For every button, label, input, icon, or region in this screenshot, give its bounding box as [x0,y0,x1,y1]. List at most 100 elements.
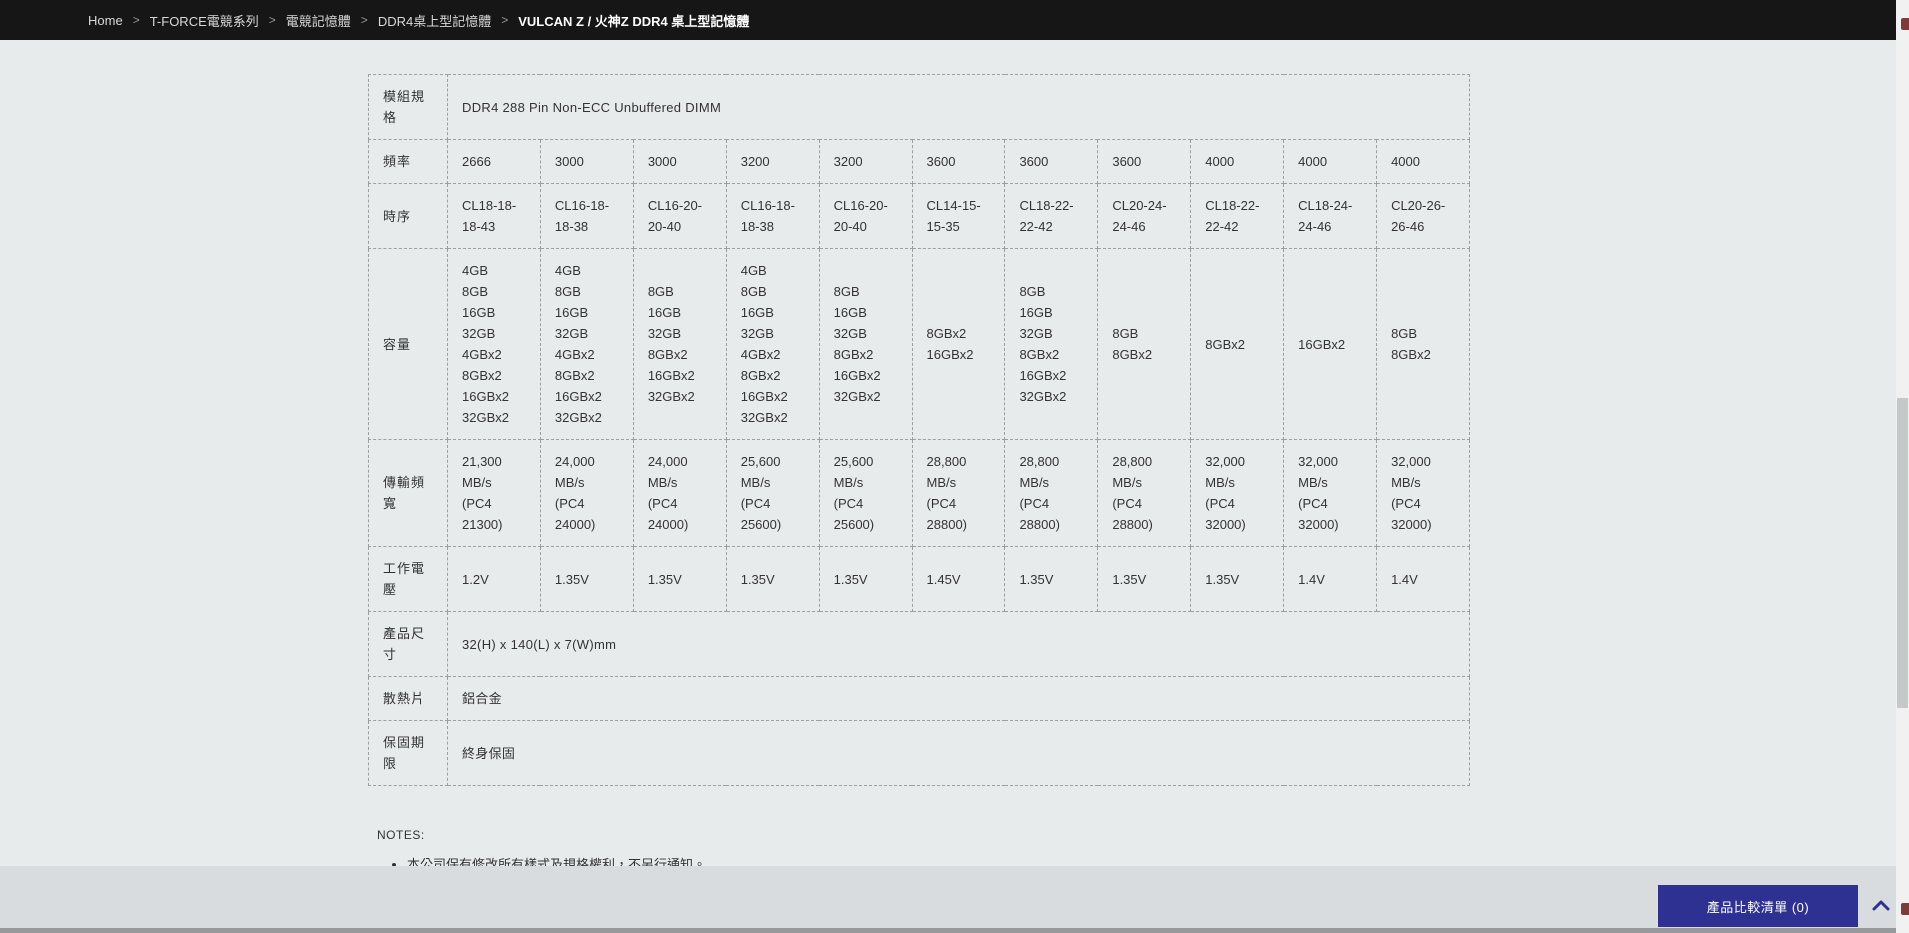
spec-cell: 24,000 MB/s (PC4 24000) [632,439,727,547]
spec-row-label: 傳輸頻寬 [368,439,448,547]
spec-cell: 32,000 MB/s (PC4 32000) [1190,439,1285,547]
breadcrumb-item[interactable]: DDR4桌上型記憶體 [378,11,491,30]
spec-row-value: DDR4 288 Pin Non-ECC Unbuffered DIMM [447,74,1470,140]
spec-cell: 25,600 MB/s (PC4 25600) [725,439,820,547]
top-bar: Home > T-FORCE電競系列 > 電競記憶體 > DDR4桌上型記憶體 > VULCAN… [0,0,1896,40]
spec-cell: CL18-22- 22-42 [1190,183,1285,249]
spec-cell: 1.35V [1097,546,1192,612]
spec-cell: 4000 [1283,139,1378,184]
spec-cell: 8GB 16GB 32GB 8GBx2 16GBx2 32GBx2 [632,248,727,440]
spec-row-label: 容量 [368,248,448,440]
spec-cell: 1.35V [539,546,634,612]
spec-row: 容量 4GB 8GB 16GB 32GB 4GBx2 8GBx2 16GBx2 32GBx2 4G… [368,248,1470,440]
spec-cell: 1.2V [447,546,541,612]
spec-row-label: 散熱片 [368,676,448,721]
breadcrumb-separator-icon: > [501,13,509,27]
spec-cell: 4000 [1376,139,1470,184]
breadcrumb-item[interactable]: T-FORCE電競系列 [150,11,259,30]
spec-cell: 1.35V [632,546,727,612]
breadcrumb-separator-icon: > [268,13,276,27]
spec-cell: 8GB 16GB 32GB 8GBx2 16GBx2 32GBx2 [1004,248,1099,440]
spec-cell: CL20-24- 24-46 [1097,183,1192,249]
spec-row-value: 終身保固 [447,720,1470,786]
spec-cell: 28,800 MB/s (PC4 28800) [911,439,1006,547]
spec-cell: 25,600 MB/s (PC4 25600) [818,439,913,547]
spec-row: 頻率 2666 3000 3000 3200 3200 3600 3600 3600 4000 40… [368,139,1470,184]
spec-cell: CL16-18- 18-38 [725,183,820,249]
spec-cell: 32,000 MB/s (PC4 32000) [1283,439,1378,547]
spec-cell: 3200 [818,139,913,184]
compare-strip: 產品比較清單 (0) [0,866,1909,928]
spec-row-label: 頻率 [368,139,448,184]
spec-cell: 2666 [447,139,541,184]
spec-cell: 4GB 8GB 16GB 32GB 4GBx2 8GBx2 16GBx2 32GBx2 [539,248,634,440]
spec-row: 散熱片 鋁合金 [368,676,1470,721]
spec-row: 時序 CL18-18- 18-43 CL16-18- 18-38 CL16-20- 20-4… [368,183,1470,249]
compare-collapse-button[interactable] [1868,892,1894,918]
spec-row: 保固期限 終身保固 [368,720,1470,786]
spec-cell: 8GB 16GB 32GB 8GBx2 16GBx2 32GBx2 [818,248,913,440]
spec-cell: 1.35V [818,546,913,612]
spec-row-value: 32(H) x 140(L) x 7(W)mm [447,611,1470,677]
spec-cell: 8GB 8GBx2 [1097,248,1192,440]
spec-row: 產品尺寸 32(H) x 140(L) x 7(W)mm [368,611,1470,677]
spec-cell: 16GBx2 [1283,248,1378,440]
spec-cell: 3000 [632,139,727,184]
spec-cell: 1.35V [1190,546,1285,612]
spec-row: 模組規格 DDR4 288 Pin Non-ECC Unbuffered DIMM [368,74,1470,140]
chevron-up-icon [1872,900,1890,911]
scrollbar-thumb[interactable] [1897,398,1908,708]
spec-cell: 1.35V [1004,546,1099,612]
spec-cell: CL16-20- 20-40 [818,183,913,249]
main-content: 模組規格 DDR4 288 Pin Non-ECC Unbuffered DIMM… [0,40,1896,874]
spec-cell: CL18-24- 24-46 [1283,183,1378,249]
breadcrumb-separator-icon: > [360,13,368,27]
scrollbar-marker [1901,903,1909,915]
spec-cell: 1.35V [725,546,820,612]
spec-row-label: 產品尺寸 [368,611,448,677]
spec-cell: 1.45V [911,546,1006,612]
spec-cell: CL16-18- 18-38 [539,183,634,249]
notes-title: NOTES: [377,828,425,842]
breadcrumb-separator-icon: > [132,13,140,27]
spec-cell: CL20-26- 26-46 [1376,183,1470,249]
spec-row-label: 工作電壓 [368,546,448,612]
spec-cell: CL16-20- 20-40 [632,183,727,249]
breadcrumb-item[interactable]: Home [88,13,123,28]
spec-cell: 3600 [1097,139,1192,184]
spec-cell: 24,000 MB/s (PC4 24000) [539,439,634,547]
spec-cell: 4GB 8GB 16GB 32GB 4GBx2 8GBx2 16GBx2 32GBx2 [447,248,541,440]
spec-cell: 1.4V [1376,546,1470,612]
footer-divider [0,928,1909,933]
spec-row-value: 鋁合金 [447,676,1470,721]
spec-cell: CL18-22- 22-42 [1004,183,1099,249]
spec-cell: 3000 [539,139,634,184]
compare-list-button[interactable]: 產品比較清單 (0) [1658,885,1858,927]
breadcrumb-item[interactable]: 電競記憶體 [286,11,351,30]
spec-table-body: 模組規格 DDR4 288 Pin Non-ECC Unbuffered DIMM… [368,74,1470,786]
spec-cell: 8GB 8GBx2 [1376,248,1470,440]
spec-cell: CL14-15- 15-35 [911,183,1006,249]
scrollbar[interactable] [1896,0,1909,933]
breadcrumb-item[interactable]: VULCAN Z / 火神Z DDR4 桌上型記憶體 [518,11,749,30]
spec-cell: 1.4V [1283,546,1378,612]
spec-cell: 32,000 MB/s (PC4 32000) [1376,439,1470,547]
spec-cell: 8GBx2 [1190,248,1285,440]
spec-row: 傳輸頻寬 21,300 MB/s (PC4 21300) 24,000 MB/s (PC4 24… [368,439,1470,547]
breadcrumb: Home > T-FORCE電競系列 > 電競記憶體 > DDR4桌上型記憶體 > VULCAN… [88,11,749,30]
spec-cell: 21,300 MB/s (PC4 21300) [447,439,541,547]
spec-cell: 3600 [911,139,1006,184]
spec-cell: 28,800 MB/s (PC4 28800) [1097,439,1192,547]
spec-row-label: 保固期限 [368,720,448,786]
spec-row: 工作電壓 1.2V 1.35V 1.35V 1.35V 1.35V 1.45V 1.35V 1.… [368,546,1470,612]
spec-table: 模組規格 DDR4 288 Pin Non-ECC Unbuffered DIMM… [368,74,1470,786]
spec-cell: 3600 [1004,139,1099,184]
spec-cell: 4GB 8GB 16GB 32GB 4GBx2 8GBx2 16GBx2 32GBx2 [725,248,820,440]
spec-row-label: 模組規格 [368,74,448,140]
spec-cell: CL18-18- 18-43 [447,183,541,249]
spec-cell: 3200 [725,139,820,184]
spec-cell: 8GBx2 16GBx2 [911,248,1006,440]
spec-row-label: 時序 [368,183,448,249]
spec-cell: 4000 [1190,139,1285,184]
scrollbar-marker [1901,18,1909,30]
